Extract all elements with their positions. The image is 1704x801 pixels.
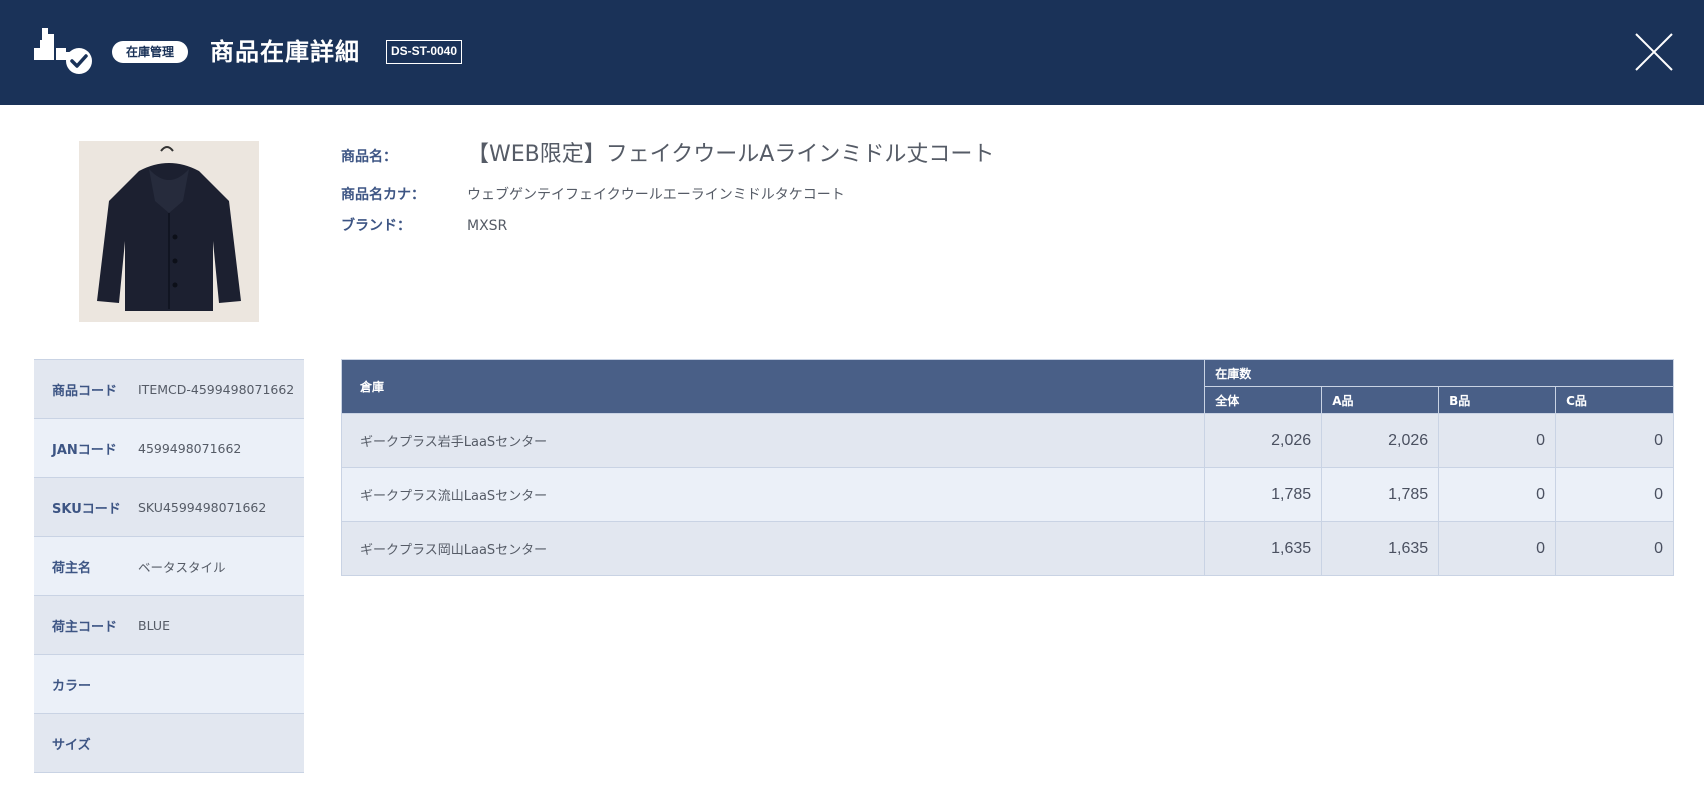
stock-table: 倉庫 在庫数 全体 A品 B品 C品 ギークプラス岩手LaaSセンター 2,02… (340, 359, 1674, 576)
warehouse-name: ギークプラス岡山LaaSセンター (340, 521, 1206, 576)
stock-a: 1,635 (1321, 521, 1440, 576)
stock-b: 0 (1438, 467, 1557, 522)
attr-label: SKUコード (52, 501, 121, 517)
stock-c: 0 (1555, 467, 1674, 522)
col-header-a: A品 (1321, 386, 1440, 414)
product-kana-label: 商品名カナ： (341, 187, 425, 203)
brand-label: ブランド： (341, 218, 411, 234)
table-row: ギークプラス岩手LaaSセンター 2,026 2,026 0 0 (340, 413, 1674, 468)
product-name: 【WEB限定】フェイクウールAラインミドル丈コート (467, 142, 995, 167)
col-header-c: C品 (1555, 386, 1674, 414)
col-header-b: B品 (1438, 386, 1557, 414)
attribute-table: 商品コード ITEMCD-4599498071662 JANコード 459949… (34, 359, 304, 773)
close-icon[interactable] (1630, 28, 1678, 76)
attr-label: サイズ (52, 737, 91, 753)
attr-label: カラー (52, 678, 92, 694)
stock-total: 2,026 (1204, 413, 1323, 468)
stock-a: 1,785 (1321, 467, 1440, 522)
attr-row-color: カラー (34, 655, 304, 714)
brand-value: MXSR (467, 218, 508, 234)
attr-label: 商品コード (52, 383, 118, 399)
attr-row-owner-code: 荷主コード BLUE (34, 596, 304, 655)
table-row: ギークプラス岡山LaaSセンター 1,635 1,635 0 0 (340, 521, 1674, 576)
product-name-row: 商品名： 【WEB限定】フェイクウールAラインミドル丈コート (341, 136, 994, 168)
table-row: ギークプラス流山LaaSセンター 1,785 1,785 0 0 (340, 467, 1674, 522)
product-kana-row: 商品名カナ： ウェブゲンテイフェイクウールエーラインミドルタケコート (341, 184, 845, 204)
page-title: 商品在庫詳細 (210, 38, 360, 66)
attr-value: BLUE (138, 617, 170, 633)
warehouse-name: ギークプラス流山LaaSセンター (340, 467, 1206, 522)
attr-value: 4599498071662 (138, 440, 242, 456)
attr-row-sku-code: SKUコード SKU4599498071662 (34, 478, 304, 537)
stock-c: 0 (1555, 521, 1674, 576)
col-header-stock-group: 在庫数 (1204, 359, 1674, 387)
stock-a: 2,026 (1321, 413, 1440, 468)
warehouse-check-icon (34, 28, 92, 74)
product-kana: ウェブゲンテイフェイクウールエーラインミドルタケコート (467, 187, 845, 203)
col-header-total: 全体 (1204, 386, 1323, 414)
screen-id-badge: DS-ST-0040 (386, 40, 463, 64)
stock-c: 0 (1555, 413, 1674, 468)
brand-row: ブランド： MXSR (341, 215, 507, 235)
attr-value: ベータスタイル (138, 559, 226, 575)
warehouse-name: ギークプラス岩手LaaSセンター (340, 413, 1206, 468)
stock-total: 1,635 (1204, 521, 1323, 576)
product-image (79, 141, 259, 322)
module-badge: 在庫管理 (112, 41, 189, 63)
stock-b: 0 (1438, 413, 1557, 468)
attr-row-item-code: 商品コード ITEMCD-4599498071662 (34, 360, 304, 419)
attr-row-jan-code: JANコード 4599498071662 (34, 419, 304, 478)
coat-image (79, 141, 259, 322)
attr-label: 荷主名 (52, 560, 92, 576)
attr-value: SKU4599498071662 (138, 499, 267, 515)
stock-b: 0 (1438, 521, 1557, 576)
attr-row-size: サイズ (34, 714, 304, 773)
attr-label: 荷主コード (52, 619, 118, 635)
attr-value: ITEMCD-4599498071662 (138, 381, 295, 397)
attr-label: JANコード (52, 442, 117, 458)
attr-row-owner-name: 荷主名 ベータスタイル (34, 537, 304, 596)
col-header-warehouse: 倉庫 (340, 359, 1206, 414)
header-bar: 在庫管理 商品在庫詳細 DS-ST-0040 (0, 0, 1704, 105)
stock-total: 1,785 (1204, 467, 1323, 522)
product-name-label: 商品名： (341, 149, 397, 165)
